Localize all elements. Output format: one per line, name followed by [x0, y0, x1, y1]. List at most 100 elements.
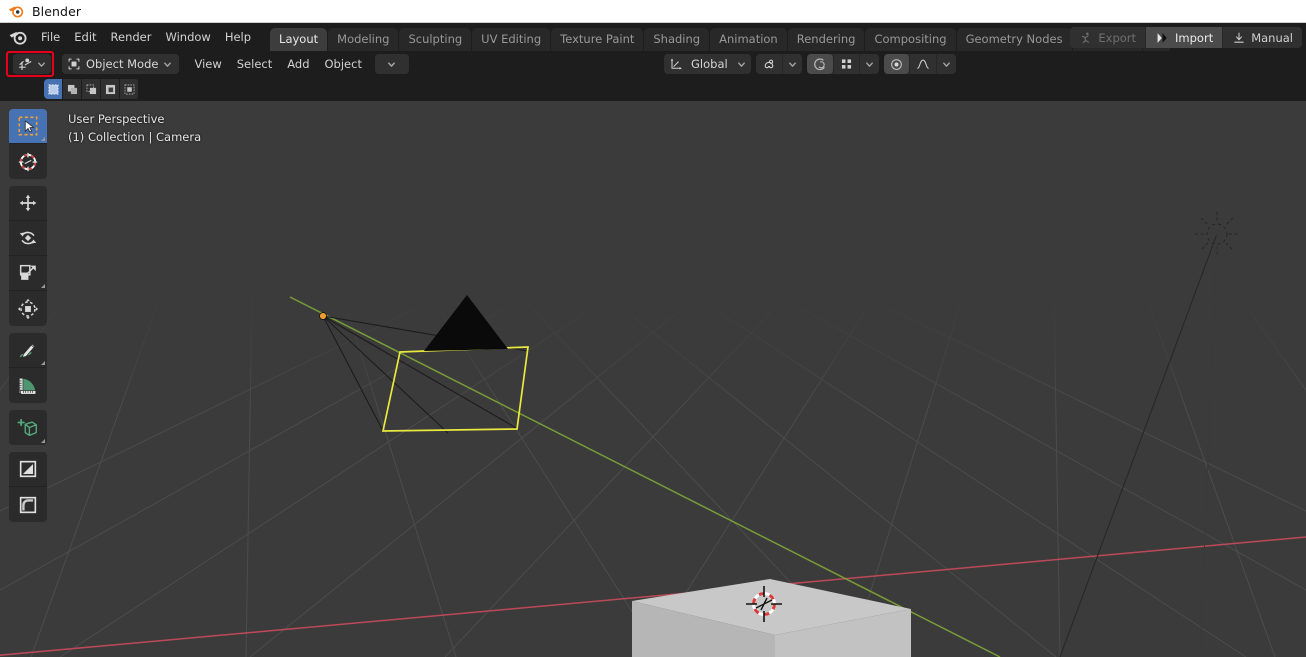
- falloff-preview-cell[interactable]: [883, 54, 909, 74]
- proportional-edit-toggle[interactable]: [806, 54, 833, 74]
- viewport-header: Object Mode View Select Add Object Globa…: [0, 51, 1306, 77]
- manual-button[interactable]: Manual: [1223, 27, 1302, 48]
- workspace-tab-geometry-nodes[interactable]: Geometry Nodes: [956, 28, 1072, 51]
- annotate-pencil-icon: [19, 343, 36, 358]
- workspace-tab-layout[interactable]: Layout: [270, 28, 328, 51]
- toolbar-group-annotate: [9, 333, 47, 403]
- viewport-header-menus: View Select Add Object: [187, 54, 369, 74]
- tool-transform[interactable]: [9, 291, 47, 326]
- tool-annotate[interactable]: [9, 333, 47, 368]
- tool-expand-corner[interactable]: [41, 284, 45, 288]
- window-titlebar: Blender: [0, 0, 1306, 23]
- tool-select-box[interactable]: [9, 109, 47, 144]
- object-mode-icon: [68, 58, 80, 70]
- topbar-right-buttons: Export Import Manual: [1070, 27, 1302, 48]
- interaction-mode-selector[interactable]: Object Mode: [62, 54, 180, 74]
- menu-file[interactable]: File: [34, 27, 67, 47]
- select-subtract-icon: [86, 84, 96, 94]
- tool-bevel[interactable]: [9, 487, 47, 522]
- select-invert-button[interactable]: [101, 79, 120, 99]
- tool-measure[interactable]: [9, 368, 47, 403]
- menu-help[interactable]: Help: [218, 27, 258, 47]
- rotate-icon: [19, 231, 37, 245]
- tool-extrude-region[interactable]: [9, 452, 47, 487]
- workspace-tab-texture-paint[interactable]: Texture Paint: [551, 28, 644, 51]
- select-extend-icon: [67, 84, 77, 94]
- proportional-edit-icon: [813, 57, 825, 70]
- viewport-canvas: [0, 101, 1306, 657]
- select-subtract-button[interactable]: [82, 79, 101, 99]
- workspace-tab-uv-editing[interactable]: UV Editing: [472, 28, 551, 51]
- editor-type-selector[interactable]: [13, 54, 51, 74]
- 3d-viewport[interactable]: User Perspective (1) Collection | Camera: [0, 101, 1306, 657]
- blender-logo-icon[interactable]: [8, 27, 28, 47]
- mode-label: Object Mode: [86, 57, 159, 71]
- workspace-tab-animation[interactable]: Animation: [710, 28, 787, 51]
- export-icon: [1082, 32, 1090, 43]
- menu-window[interactable]: Window: [158, 27, 217, 47]
- top-menu-bar: File Edit Render Window Help Layout Mode…: [0, 23, 1306, 51]
- blender-logo-icon: [9, 6, 24, 18]
- header-overflow-dropdown[interactable]: [374, 54, 409, 74]
- menu-select[interactable]: Select: [230, 54, 279, 74]
- chevron-down-icon: [788, 61, 796, 67]
- import-label: Import: [1175, 30, 1214, 45]
- cursor-3d-icon: [18, 152, 38, 171]
- select-set-icon: [48, 84, 58, 94]
- tool-move[interactable]: [9, 186, 47, 221]
- orientation-axes-icon-cell: [664, 54, 689, 74]
- orientation-chevron-cell: [732, 54, 751, 74]
- tool-expand-corner[interactable]: [41, 137, 45, 141]
- select-invert-icon: [105, 84, 115, 94]
- select-extend-button[interactable]: [63, 79, 82, 99]
- workspace-tab-modeling[interactable]: Modeling: [328, 28, 399, 51]
- toolbar-group-select: [9, 109, 47, 179]
- proportional-objects-icon: [841, 59, 851, 69]
- tool-expand-corner[interactable]: [41, 361, 45, 365]
- proportional-objects-dropdown[interactable]: [858, 54, 879, 74]
- select-mode-group: [44, 79, 139, 99]
- tool-cursor[interactable]: [9, 144, 47, 179]
- snap-toggle-button[interactable]: [756, 54, 782, 74]
- select-intersect-button[interactable]: [120, 79, 139, 99]
- workspace-tab-rendering[interactable]: Rendering: [787, 28, 865, 51]
- menu-add[interactable]: Add: [280, 54, 316, 74]
- menu-object[interactable]: Object: [318, 54, 369, 74]
- transform-orientation-label: Global: [691, 57, 728, 71]
- chevron-down-icon: [737, 61, 745, 67]
- falloff-smooth-icon: [916, 59, 929, 69]
- chevron-down-icon: [942, 61, 950, 67]
- select-mode-row: [0, 77, 1306, 101]
- proportional-objects-toggle[interactable]: [832, 54, 859, 74]
- tool-scale[interactable]: [9, 256, 47, 291]
- workspace-tab-sculpting[interactable]: Sculpting: [399, 28, 472, 51]
- transform-icon: [17, 298, 39, 319]
- grid-horizon-fade: [0, 287, 1306, 407]
- import-button[interactable]: Import: [1146, 27, 1224, 48]
- tool-add-cube[interactable]: [9, 410, 47, 445]
- workspace-tab-shading[interactable]: Shading: [644, 28, 710, 51]
- menu-edit[interactable]: Edit: [67, 27, 103, 47]
- editor-type-highlight-box: [6, 51, 54, 77]
- move-icon: [19, 194, 37, 212]
- orientation-axes-icon: [670, 58, 682, 70]
- tool-rotate[interactable]: [9, 221, 47, 256]
- chevron-down-icon: [38, 61, 45, 67]
- proportional-falloff-active-icon: [890, 58, 902, 70]
- select-intersect-icon: [124, 84, 134, 94]
- menu-view[interactable]: View: [187, 54, 228, 74]
- select-box-icon: [18, 116, 38, 136]
- falloff-dropdown[interactable]: [935, 54, 956, 74]
- transform-orientation-dropdown[interactable]: Global: [664, 54, 751, 74]
- tool-expand-corner[interactable]: [41, 439, 45, 443]
- toolbar-group-transform: [9, 186, 47, 326]
- snap-settings-dropdown[interactable]: [781, 54, 802, 74]
- proportional-editing-group: [806, 54, 879, 74]
- export-button[interactable]: Export: [1070, 27, 1147, 48]
- workspace-tabs: Layout Modeling Sculpting UV Editing Tex…: [270, 23, 1171, 51]
- workspace-tab-compositing[interactable]: Compositing: [865, 28, 956, 51]
- menu-render[interactable]: Render: [104, 27, 159, 47]
- falloff-curve-button[interactable]: [908, 54, 936, 74]
- select-set-button[interactable]: [44, 79, 63, 99]
- snapping-group: [755, 54, 802, 74]
